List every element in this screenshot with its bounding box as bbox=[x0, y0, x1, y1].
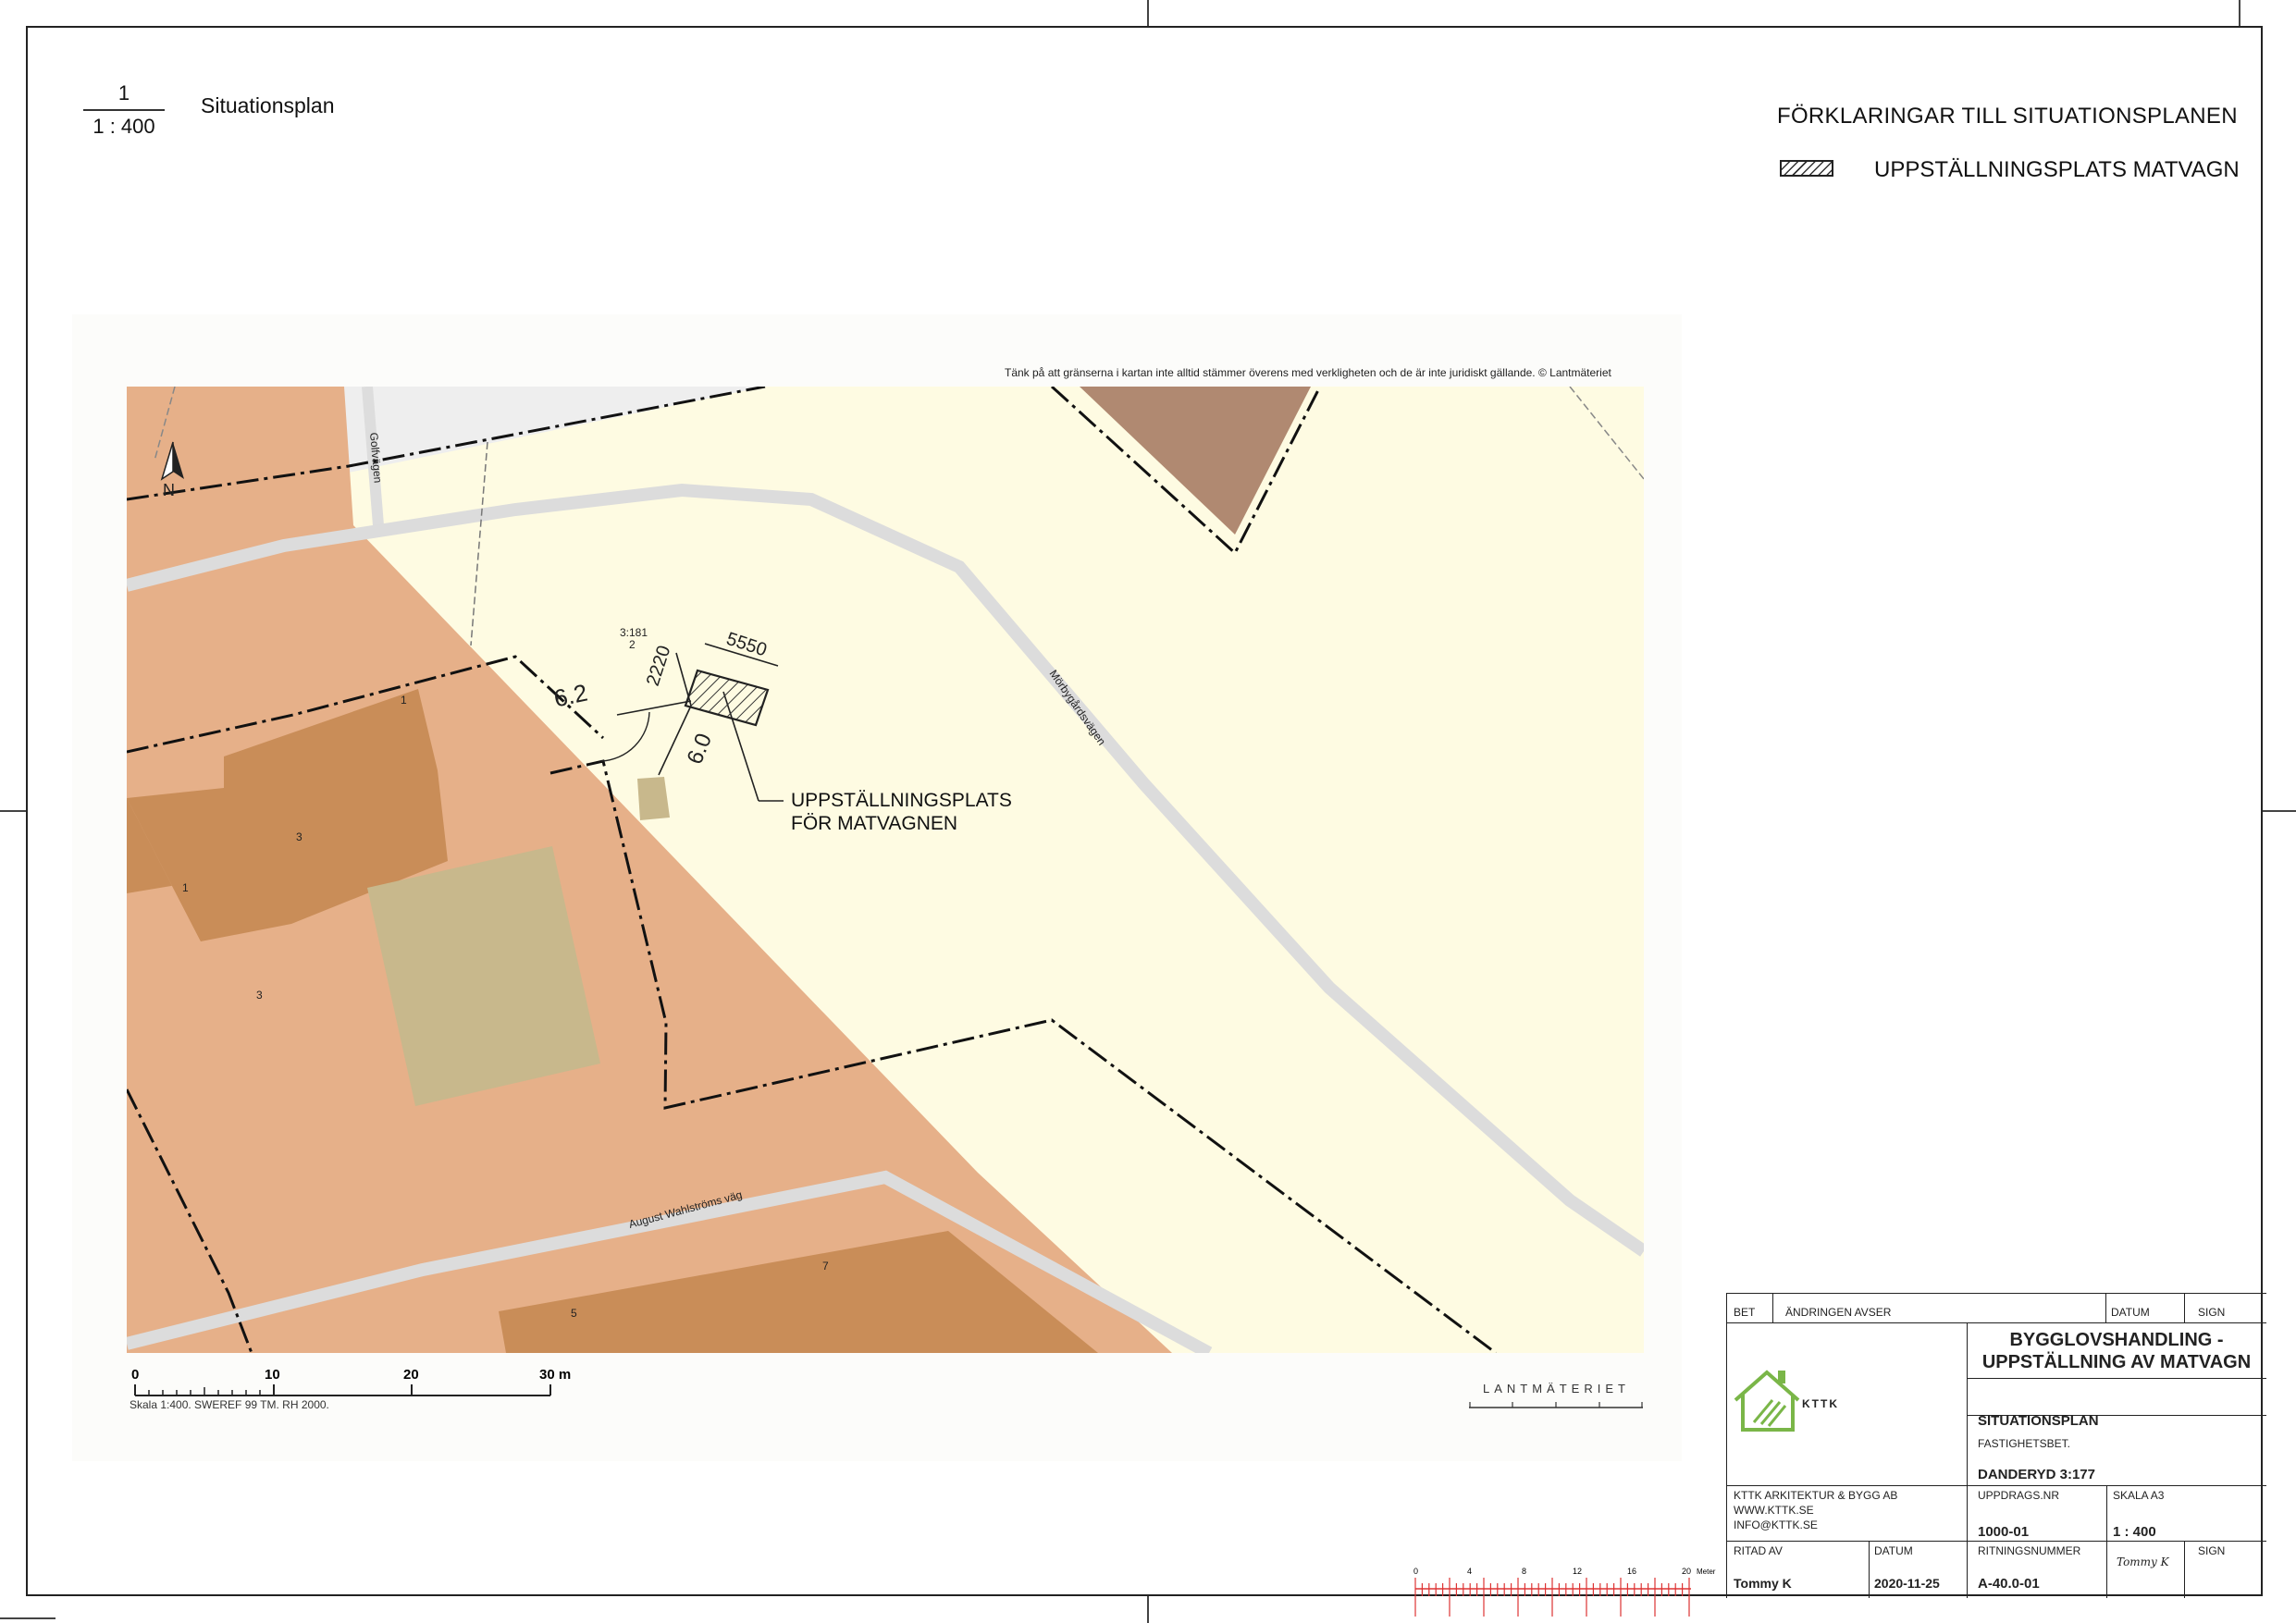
tb-datum-value: 2020-11-25 bbox=[1874, 1576, 1940, 1591]
tb-header-andringen: ÄNDRINGEN AVSER bbox=[1785, 1306, 1892, 1319]
tb-project-title-2: UPPSTÄLLNING AV MATVAGN bbox=[1981, 1352, 2252, 1372]
tb-project-title-1: BYGGLOVSHANDLING - bbox=[2009, 1330, 2224, 1350]
legend-hatch-swatch bbox=[1780, 160, 1833, 177]
scalebar-tick-20: 20 bbox=[403, 1367, 419, 1383]
handwritten-signature: Tommy K bbox=[2117, 1555, 2169, 1568]
tb-company-line-3: INFO@KTTK.SE bbox=[1734, 1518, 1818, 1531]
fraction-bar bbox=[83, 109, 165, 111]
site-map: N Golfvägen Mörbygårdsvägen August Wahls… bbox=[127, 387, 1644, 1353]
crop-mark-bottom bbox=[1147, 1596, 1149, 1623]
tb-datum-label: DATUM bbox=[1874, 1544, 1913, 1557]
map-disclaimer: Tänk på att gränserna i kartan inte allt… bbox=[1005, 366, 1611, 379]
building-number-4: 3 bbox=[256, 989, 263, 1002]
title-block: BET ÄNDRINGEN AVSER DATUM SIGN BYGGLOVSH… bbox=[1726, 1293, 2266, 1598]
crop-mark-corner-bl bbox=[0, 1617, 56, 1619]
ruler-tick-12: 12 bbox=[1573, 1567, 1582, 1576]
crop-mark-top bbox=[1147, 0, 1149, 26]
ruler-tick-0: 0 bbox=[1413, 1567, 1418, 1576]
scalebar-tick-10: 10 bbox=[265, 1367, 280, 1383]
crop-mark-right bbox=[2263, 810, 2296, 812]
ruler-tick-8: 8 bbox=[1522, 1567, 1526, 1576]
tb-uppdrag-value: 1000-01 bbox=[1978, 1524, 2030, 1540]
tb-sign-label: SIGN bbox=[2198, 1544, 2226, 1557]
tb-skala-label: SKALA A3 bbox=[2113, 1489, 2165, 1502]
building-number-5: 7 bbox=[822, 1260, 829, 1273]
tb-ritningsnummer-label: RITNINGSNUMMER bbox=[1978, 1544, 2081, 1557]
tb-company-line-1: KTTK ARKITEKTUR & BYGG AB bbox=[1734, 1489, 1898, 1502]
tb-header-sign: SIGN bbox=[2198, 1306, 2226, 1319]
ruler-unit: Meter bbox=[1697, 1568, 1716, 1576]
tb-fastighet-value: DANDERYD 3:177 bbox=[1978, 1467, 2095, 1482]
matvagn-annotation: UPPSTÄLLNINGSPLATS FÖR MATVAGNEN bbox=[791, 789, 1012, 835]
tb-drawing-type: SITUATIONSPLAN bbox=[1978, 1413, 2099, 1429]
tb-uppdrag-label: UPPDRAGS.NR bbox=[1978, 1489, 2060, 1502]
tb-skala-value: 1 : 400 bbox=[2113, 1524, 2156, 1540]
tb-fastighet-label: FASTIGHETSBET. bbox=[1978, 1437, 2071, 1450]
annotation-line-2: FÖR MATVAGNEN bbox=[791, 813, 958, 834]
building-number-1: 1 bbox=[401, 694, 407, 707]
scale-caption: Skala 1:400. SWEREF 99 TM. RH 2000. bbox=[130, 1398, 329, 1411]
legend-title: FÖRKLARINGAR TILL SITUATIONSPLANEN bbox=[1777, 104, 2238, 129]
ruler-tick-4: 4 bbox=[1467, 1567, 1472, 1576]
tb-header-bet: BET bbox=[1734, 1306, 1756, 1319]
plan-title: Situationsplan bbox=[201, 93, 335, 117]
tb-ritad-label: RITAD AV bbox=[1734, 1544, 1783, 1557]
crop-mark-corner-tr bbox=[2239, 0, 2240, 26]
north-label: N bbox=[163, 481, 175, 499]
scale-fraction: 1 1 : 400 bbox=[78, 81, 170, 139]
building-number-2: 3 bbox=[296, 830, 302, 843]
ruler-tick-20: 20 bbox=[1682, 1567, 1691, 1576]
property-label-line2: 2 bbox=[629, 638, 636, 651]
tb-ritad-value: Tommy K bbox=[1734, 1576, 1792, 1591]
lantmateriet-logo-bar bbox=[1469, 1402, 1643, 1408]
scale-denominator: 1 : 400 bbox=[93, 115, 155, 138]
lantmateriet-logo: LANTMÄTERIET bbox=[1483, 1382, 1630, 1396]
scale-numerator: 1 bbox=[117, 81, 130, 105]
scalebar-tick-0: 0 bbox=[131, 1367, 139, 1383]
crop-mark-left bbox=[0, 810, 26, 812]
ruler-tick-16: 16 bbox=[1627, 1567, 1636, 1576]
kttk-logo-text: KTTK bbox=[1802, 1397, 1839, 1410]
tb-ritningsnummer-value: A-40.0-01 bbox=[1978, 1576, 2040, 1592]
house-logo-icon bbox=[1734, 1370, 1800, 1432]
small-green-box bbox=[637, 777, 670, 820]
map-scalebar: 0 10 20 30 m bbox=[131, 1367, 571, 1396]
property-label-line1: 3:181 bbox=[620, 626, 648, 639]
tb-header-datum: DATUM bbox=[2111, 1306, 2150, 1319]
legend-item-label: UPPSTÄLLNINGSPLATS MATVAGN bbox=[1874, 157, 2240, 182]
annotation-line-1: UPPSTÄLLNINGSPLATS bbox=[791, 790, 1012, 811]
tb-company-line-2: WWW.KTTK.SE bbox=[1734, 1504, 1814, 1517]
building-number-3: 1 bbox=[182, 881, 189, 894]
building-number-6: 5 bbox=[571, 1307, 577, 1320]
meter-ruler: 0 4 8 12 16 20 Meter bbox=[1413, 1567, 1716, 1617]
scalebar-tick-30: 30 m bbox=[539, 1367, 571, 1383]
